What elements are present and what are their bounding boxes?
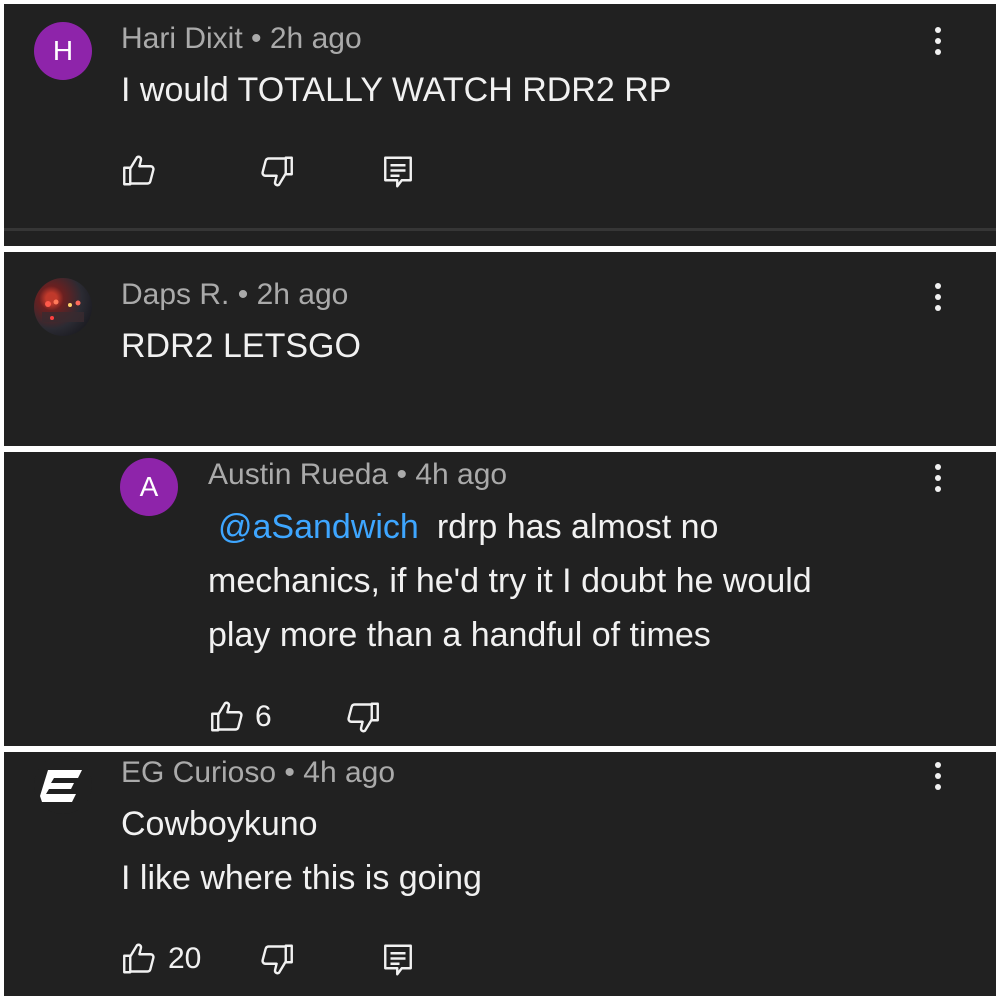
like-count: 20	[168, 942, 202, 975]
more-options-icon[interactable]	[926, 458, 950, 498]
author-name[interactable]: Daps R.	[121, 278, 229, 311]
meta-separator: •	[284, 756, 295, 789]
comment-time[interactable]: 4h ago	[303, 756, 395, 789]
author-name[interactable]: EG Curioso	[121, 756, 276, 789]
comment-meta: Daps R. • 2h ago	[121, 278, 348, 312]
more-options-icon[interactable]	[926, 21, 950, 61]
comment-card-daps-r: Daps R. • 2h ago RDR2 LETSGO	[4, 252, 996, 446]
eg-logo-icon	[40, 770, 82, 802]
comment-line: play more than a handful of times	[208, 616, 711, 654]
comment-line: Cowboykuno	[121, 805, 318, 843]
dislike-icon[interactable]	[344, 700, 380, 736]
avatar[interactable]: A	[120, 458, 178, 516]
dislike-icon[interactable]	[258, 942, 294, 978]
meta-separator: •	[396, 458, 407, 491]
dislike-icon[interactable]	[258, 154, 294, 190]
comment-text: Cowboykuno I like where this is going	[121, 797, 482, 905]
comment-line: mechanics, if he'd try it I doubt he wou…	[208, 562, 812, 600]
comment-line: I like where this is going	[121, 859, 482, 897]
comment-card-austin-rueda: A Austin Rueda • 4h ago @aSandwich rdrp h…	[4, 452, 996, 746]
comment-card-eg-curioso: EG Curioso • 4h ago Cowboykuno I like wh…	[4, 752, 996, 996]
comment-text: @aSandwich rdrp has almost no mechanics, …	[208, 500, 812, 662]
like-icon[interactable]	[122, 152, 158, 188]
comment-line: @aSandwich rdrp has almost no	[208, 500, 812, 554]
like-icon[interactable]	[210, 698, 246, 734]
meta-separator: •	[251, 22, 262, 55]
comment-time[interactable]: 2h ago	[257, 278, 349, 311]
comment-text: I would TOTALLY WATCH RDR2 RP	[121, 63, 671, 117]
comment-line: I would TOTALLY WATCH RDR2 RP	[121, 71, 672, 109]
avatar-letter: H	[52, 35, 74, 66]
comment-meta: Austin Rueda • 4h ago	[208, 458, 507, 492]
comment-line: RDR2 LETSGO	[121, 327, 361, 365]
comment-meta: Hari Dixit • 2h ago	[121, 22, 362, 56]
comment-time[interactable]: 2h ago	[270, 22, 362, 55]
author-name[interactable]: Austin Rueda	[208, 458, 388, 491]
like-count: 6	[255, 700, 272, 733]
reply-icon[interactable]	[380, 154, 416, 190]
avatar[interactable]	[34, 278, 92, 336]
mention-link[interactable]: @aSandwich	[218, 508, 419, 546]
like-icon[interactable]	[122, 940, 158, 976]
avatar[interactable]	[34, 756, 92, 814]
avatar-photo-icon	[42, 299, 84, 322]
avatar[interactable]: H	[34, 22, 92, 80]
author-name[interactable]: Hari Dixit	[121, 22, 243, 55]
reply-icon[interactable]	[380, 942, 416, 978]
comment-time[interactable]: 4h ago	[415, 458, 507, 491]
more-options-icon[interactable]	[926, 756, 950, 796]
comment-text: RDR2 LETSGO	[121, 319, 361, 373]
comment-card-hari-dixit: H Hari Dixit • 2h ago I would TOTALLY WA…	[4, 4, 996, 246]
avatar-letter: A	[139, 471, 159, 502]
more-options-icon[interactable]	[926, 277, 950, 317]
comment-line-text: rdrp has almost no	[436, 508, 719, 546]
comment-meta: EG Curioso • 4h ago	[121, 756, 395, 790]
meta-separator: •	[237, 278, 249, 311]
divider	[4, 228, 996, 231]
